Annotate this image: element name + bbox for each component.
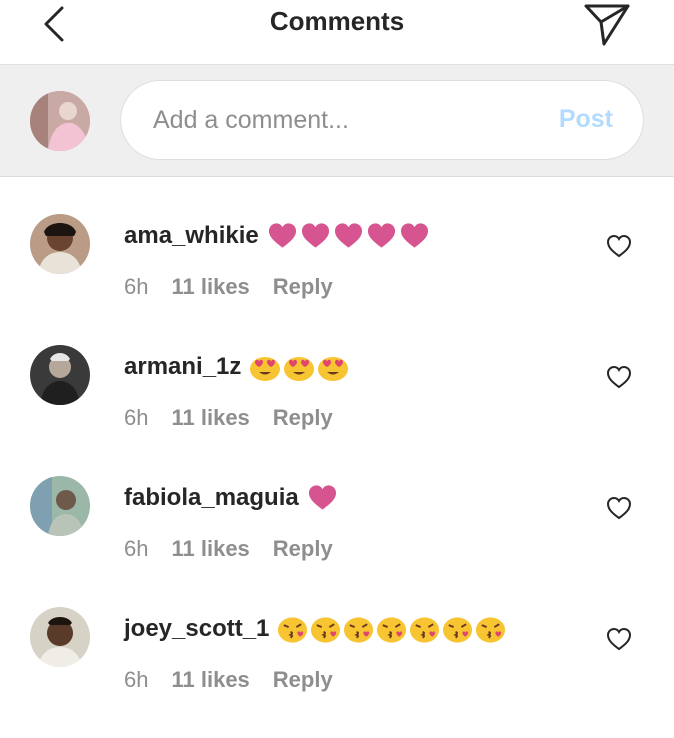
post-button[interactable]: Post	[559, 105, 613, 134]
heart-emoji-icon	[268, 223, 296, 248]
avatar[interactable]	[30, 214, 90, 274]
comment-meta: 6h 11 likes Reply	[124, 274, 333, 300]
current-user-avatar[interactable]	[30, 91, 90, 151]
avatar[interactable]	[30, 607, 90, 667]
comment-composer: Add a comment... Post	[0, 64, 674, 177]
reply-button[interactable]: Reply	[273, 536, 333, 562]
heart-eyes-emoji-icon	[284, 357, 315, 381]
avatar[interactable]	[30, 345, 90, 405]
comment-meta: 6h 11 likes Reply	[124, 536, 333, 562]
heart-emoji-icon	[301, 223, 329, 248]
comment-meta: 6h 11 likes Reply	[124, 405, 333, 431]
comment-likes[interactable]: 11 likes	[171, 536, 249, 562]
comment-item: joey_scott_1 6h 11 likes Reply	[0, 607, 674, 738]
comment-item: armani_1z 6h 11 likes Reply	[0, 345, 674, 476]
heart-eyes-emoji-icon	[250, 357, 281, 381]
heart-emoji-icon	[400, 223, 428, 248]
comment-meta: 6h 11 likes Reply	[124, 667, 333, 693]
paper-plane-icon[interactable]	[582, 0, 632, 48]
kiss-emoji-icon	[278, 617, 308, 643]
comment-text	[307, 484, 340, 512]
kiss-emoji-icon	[311, 617, 341, 643]
comment-input-placeholder: Add a comment...	[153, 106, 349, 134]
reply-button[interactable]: Reply	[273, 405, 333, 431]
heart-emoji-icon	[334, 223, 362, 248]
avatar[interactable]	[30, 476, 90, 536]
header-bar: Comments	[0, 0, 674, 64]
heart-outline-icon[interactable]	[606, 234, 632, 258]
heart-outline-icon[interactable]	[606, 627, 632, 651]
reply-button[interactable]: Reply	[273, 274, 333, 300]
comment-item: ama_whikie 6h 11 likes Reply	[0, 214, 674, 345]
comment-time: 6h	[124, 405, 149, 430]
heart-outline-icon[interactable]	[606, 496, 632, 520]
comment-text	[277, 614, 508, 644]
comment-time: 6h	[124, 274, 149, 299]
heart-outline-icon[interactable]	[606, 365, 632, 389]
comment-text	[249, 352, 351, 382]
kiss-emoji-icon	[443, 617, 473, 643]
heart-emoji-icon	[367, 223, 395, 248]
comment-username[interactable]: ama_whikie	[124, 222, 259, 250]
comment-likes[interactable]: 11 likes	[171, 405, 249, 431]
comment-input[interactable]: Add a comment... Post	[120, 80, 644, 160]
comment-likes[interactable]: 11 likes	[171, 667, 249, 693]
page-title: Comments	[269, 6, 405, 36]
comment-time: 6h	[124, 667, 149, 692]
comment-username[interactable]: armani_1z	[124, 353, 241, 381]
comment-username[interactable]: joey_scott_1	[124, 615, 269, 643]
kiss-emoji-icon	[377, 617, 407, 643]
heart-eyes-emoji-icon	[318, 357, 349, 381]
comment-item: fabiola_maguia 6h 11 likes Reply	[0, 476, 674, 607]
kiss-emoji-icon	[344, 617, 374, 643]
comment-likes[interactable]: 11 likes	[171, 274, 249, 300]
comment-time: 6h	[124, 536, 149, 561]
kiss-emoji-icon	[476, 617, 506, 643]
reply-button[interactable]: Reply	[273, 667, 333, 693]
comment-username[interactable]: fabiola_maguia	[124, 484, 299, 512]
kiss-emoji-icon	[410, 617, 440, 643]
comment-text	[267, 222, 432, 250]
heart-emoji-icon	[308, 485, 336, 510]
